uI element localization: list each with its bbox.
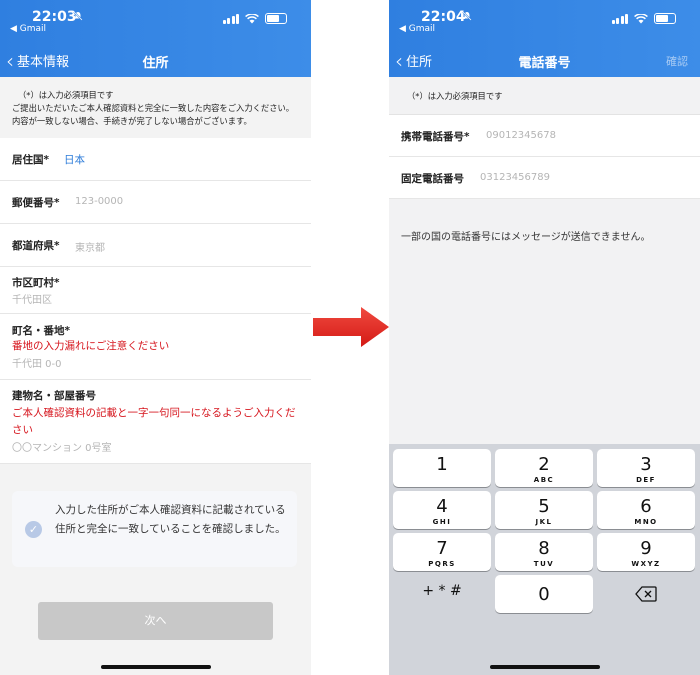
red-arrow-icon [313, 307, 389, 347]
nav-bar: ‹ 基本情報 住所 [0, 44, 311, 74]
building-warning: ご本人確認資料の記載と一字一句同一になるようご入力ください [12, 407, 296, 436]
postal-input[interactable]: 123-0000 [75, 196, 123, 207]
address-form: 居住国* 日本 郵便番号* 123-0000 都道府県* 東京都 市区町村* 千… [0, 138, 311, 464]
page-title: 住所 [142, 56, 169, 71]
bell-slash-icon [462, 11, 472, 24]
phone-form: 携帯電話番号* 09012345678 固定電話番号 03123456789 [389, 114, 700, 199]
bell-slash-icon [73, 11, 83, 24]
required-notice: （*）は入力必須項目です ご提出いただいたご本人確認資料と完全に一致した内容をご… [0, 77, 311, 138]
status-time: 22:04 [421, 9, 466, 25]
key-7[interactable]: 7 PQRS [393, 533, 491, 571]
postal-row[interactable]: 郵便番号* 123-0000 [0, 181, 311, 224]
match-note: ご提出いただいたご本人確認資料と完全に一致した内容をご入力ください。内容が一致し… [12, 103, 295, 126]
home-indicator [100, 665, 211, 669]
back-to-gmail[interactable]: ◀ Gmail [10, 24, 46, 34]
nav-bar: ‹ 住所 電話番号 確認 [389, 44, 700, 74]
header-bar: 22:04 ◀ Gmail ‹ 住所 電話番号 確認 [389, 0, 700, 77]
street-label: 町名・番地* [12, 325, 70, 337]
status-time: 22:03 [32, 9, 77, 25]
country-label: 居住国* [12, 154, 49, 166]
address-confirm-checkbox[interactable]: ✓ 入力した住所がご本人確認資料に記載されている住所と完全に一致していることを確… [12, 491, 297, 567]
landline-label: 固定電話番号 [401, 173, 464, 185]
signal-icon [611, 13, 628, 24]
home-indicator [489, 665, 600, 669]
confirm-text: 入力した住所がご本人確認資料に記載されている住所と完全に一致していることを確認し… [55, 504, 286, 535]
key-1[interactable]: 1 [393, 449, 491, 487]
mobile-label: 携帯電話番号* [401, 131, 470, 143]
check-circle-icon[interactable]: ✓ [25, 521, 42, 538]
info-text: 一部の国の電話番号にはメッセージが送信できません。 [401, 232, 651, 243]
key-4[interactable]: 4 GHI [393, 491, 491, 529]
required-note: （*）は入力必須項目です [407, 91, 503, 101]
header-bar: 22:03 ◀ Gmail ‹ 基本情報 住所 [0, 0, 311, 77]
key-0[interactable]: 0 [495, 575, 593, 613]
battery-icon [654, 13, 676, 24]
postal-label: 郵便番号* [12, 197, 60, 209]
key-8[interactable]: 8 TUV [495, 533, 593, 571]
numeric-keypad: 1 2 ABC 3 DEF 4 GHI 5 JKL 6 MNO 7 PQRS 8 TUV 9W… [389, 444, 700, 675]
next-button[interactable]: 次へ [38, 602, 273, 640]
prefecture-input[interactable]: 東京都 [75, 239, 105, 254]
wifi-icon [634, 13, 648, 23]
key-2[interactable]: 2 ABC [495, 449, 593, 487]
building-row[interactable]: 建物名・部屋番号 ご本人確認資料の記載と一字一句同一になるようご入力ください 〇… [0, 380, 311, 464]
city-label: 市区町村* [12, 277, 60, 289]
required-note: （*）は入力必須項目です [18, 90, 114, 100]
landline-row[interactable]: 固定電話番号 03123456789 [389, 157, 700, 199]
city-row[interactable]: 市区町村* 千代田区 [0, 267, 311, 314]
city-input[interactable]: 千代田区 [12, 291, 299, 306]
building-input[interactable]: 〇〇マンション 0号室 [12, 439, 299, 454]
wifi-icon [245, 13, 259, 23]
signal-icon [222, 13, 239, 24]
key-6[interactable]: 6 MNO [597, 491, 695, 529]
back-to-gmail[interactable]: ◀ Gmail [399, 24, 435, 34]
landline-input[interactable]: 03123456789 [480, 172, 550, 183]
key-5[interactable]: 5 JKL [495, 491, 593, 529]
country-value[interactable]: 日本 [64, 152, 85, 167]
prefecture-label: 都道府県* [12, 240, 60, 252]
key-symbols[interactable]: + * # [393, 575, 491, 613]
confirm-button[interactable]: 確認 [666, 53, 688, 69]
mobile-row[interactable]: 携帯電話番号* 09012345678 [389, 115, 700, 157]
status-bar: 22:04 ◀ Gmail [389, 0, 700, 34]
battery-icon [265, 13, 287, 24]
key-9[interactable]: 9 WXYZ [597, 533, 695, 571]
key-3[interactable]: 3 DEF [597, 449, 695, 487]
prefecture-row[interactable]: 都道府県* 東京都 [0, 224, 311, 267]
status-bar: 22:03 ◀ Gmail [0, 0, 311, 34]
street-input[interactable]: 千代田 0-0 [12, 355, 299, 370]
address-screen: 22:03 ◀ Gmail ‹ 基本情報 住所 （*）は入力必須項目です ご提出… [0, 0, 311, 675]
phone-number-screen: 22:04 ◀ Gmail ‹ 住所 電話番号 確認 （*）は入力必須項目です … [389, 0, 700, 675]
backspace-icon[interactable] [597, 575, 695, 613]
building-label: 建物名・部屋番号 [12, 390, 96, 402]
country-row[interactable]: 居住国* 日本 [0, 138, 311, 181]
street-warning: 番地の入力漏れにご注意ください [12, 340, 170, 352]
street-row[interactable]: 町名・番地* 番地の入力漏れにご注意ください 千代田 0-0 [0, 314, 311, 380]
mobile-input[interactable]: 09012345678 [486, 130, 556, 141]
page-title: 電話番号 [518, 56, 571, 71]
